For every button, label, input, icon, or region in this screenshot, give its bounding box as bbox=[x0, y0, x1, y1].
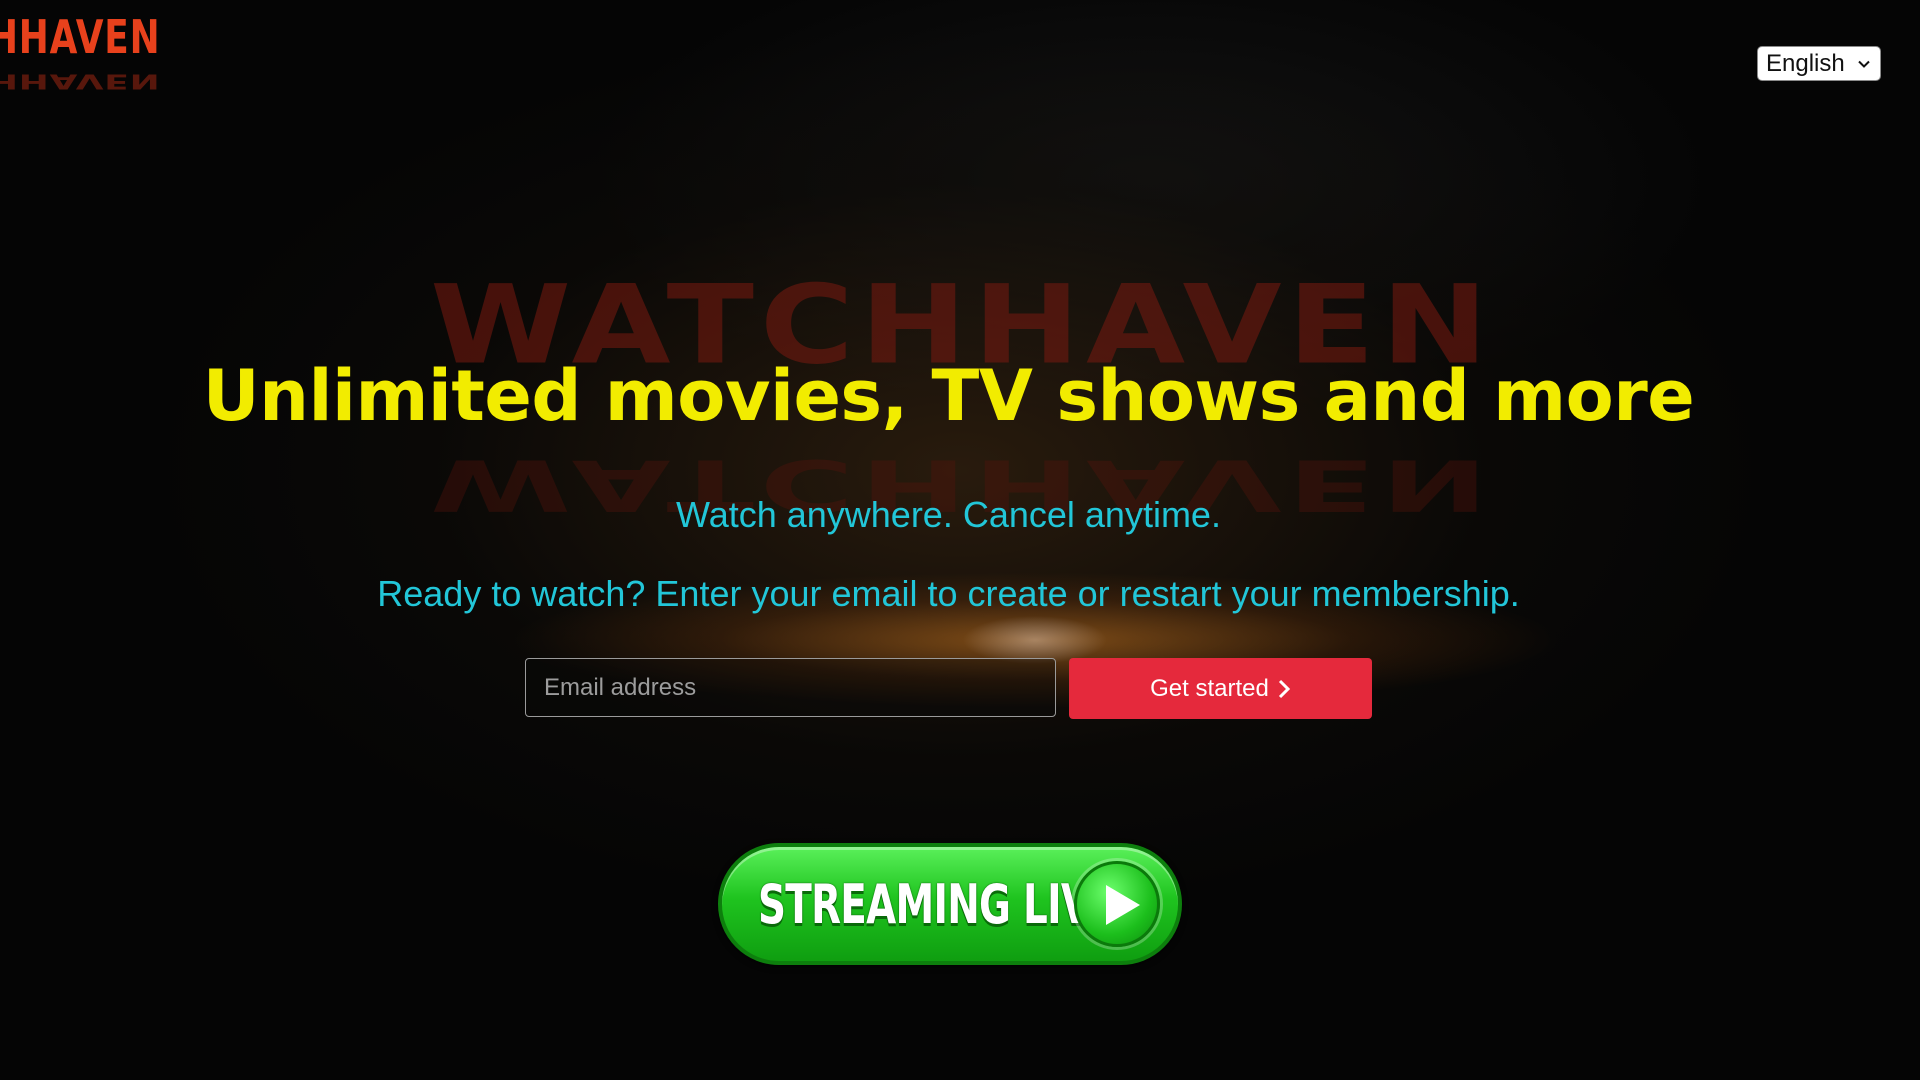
get-started-label: Get started bbox=[1150, 674, 1269, 702]
hero-headline: Unlimited movies, TV shows and more bbox=[202, 355, 1695, 437]
streaming-live-label: STREAMING LIVE bbox=[758, 873, 1117, 936]
hero-subtitle: Watch anywhere. Cancel anytime. bbox=[676, 494, 1221, 535]
site-logo[interactable]: HHAVEN bbox=[0, 14, 160, 60]
language-select-value: English bbox=[1766, 49, 1845, 77]
site-logo-reflection: HHAVEN bbox=[0, 69, 161, 94]
email-input[interactable] bbox=[525, 658, 1056, 717]
get-started-button[interactable]: Get started bbox=[1069, 658, 1372, 719]
hero-prompt: Ready to watch? Enter your email to crea… bbox=[377, 573, 1520, 614]
chevron-right-icon bbox=[1278, 679, 1290, 698]
chevron-down-icon bbox=[1858, 60, 1870, 68]
streaming-live-button[interactable]: STREAMING LIVE bbox=[718, 843, 1182, 965]
language-select[interactable]: English bbox=[1757, 46, 1881, 81]
play-icon bbox=[1074, 861, 1160, 947]
